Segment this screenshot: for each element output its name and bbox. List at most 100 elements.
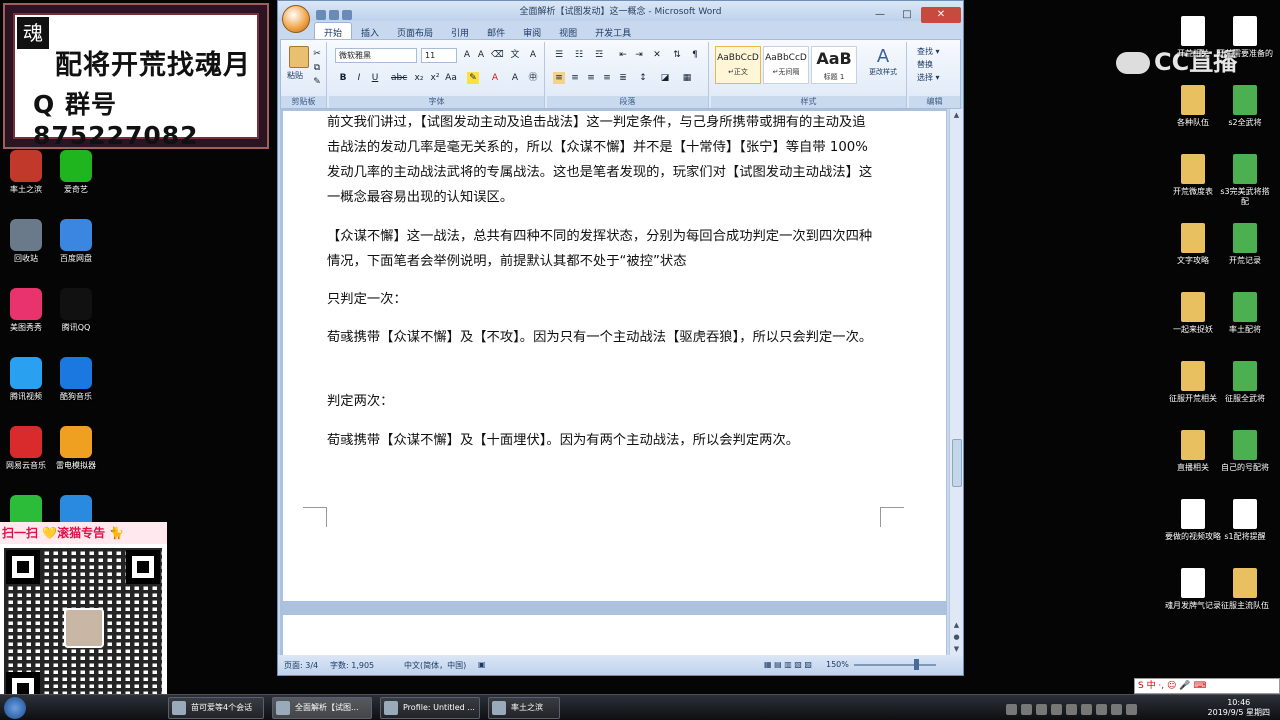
chinese-layout-icon[interactable]: ✕ <box>651 49 663 61</box>
vertical-scrollbar[interactable]: ▲ ▲ ● ▼ <box>949 109 963 655</box>
grow-font-icon[interactable]: A <box>461 49 473 61</box>
desktop-icon[interactable]: 文字攻略 <box>1165 223 1221 266</box>
redo-icon[interactable] <box>342 10 352 20</box>
desktop-icon[interactable]: 征服全武将 <box>1217 361 1273 404</box>
zoom-knob[interactable] <box>914 659 919 670</box>
desktop-icon[interactable]: 自己的号配将 <box>1217 430 1273 473</box>
desktop-icon[interactable]: 开荒记录 <box>1217 223 1273 266</box>
phonetic-icon[interactable]: 文 <box>509 49 521 61</box>
desktop-icon[interactable]: 开荒需要准备的 <box>1217 16 1273 59</box>
taskbar-item-game[interactable]: 率土之滨 <box>488 697 560 719</box>
tray-icon[interactable] <box>1096 704 1107 715</box>
increase-indent-icon[interactable]: ⇥ <box>633 49 645 61</box>
font-size-select[interactable]: 11 <box>421 48 457 63</box>
desktop-icon[interactable]: 征服开荒相关 <box>1165 361 1221 404</box>
desktop-icon[interactable]: 魂月发牌气记录 <box>1165 568 1221 611</box>
taskbar-item-word[interactable]: 全面解析【试图... <box>272 697 372 719</box>
desktop-icon[interactable]: 开荒微度表 <box>1165 154 1221 197</box>
desktop-icon[interactable]: s1配将提醒 <box>1217 499 1273 542</box>
tray-icon[interactable] <box>1066 704 1077 715</box>
italic-button[interactable]: I <box>353 72 365 84</box>
highlight-icon[interactable]: ✎ <box>467 72 479 84</box>
distributed-icon[interactable]: ≣ <box>617 72 629 84</box>
desktop-icon[interactable]: 网易云音乐 <box>0 426 54 471</box>
change-styles-button[interactable]: A 更改样式 <box>861 46 905 77</box>
subscript-button[interactable]: x₂ <box>413 72 425 84</box>
justify-icon[interactable]: ≡ <box>601 72 613 84</box>
close-button[interactable]: ✕ <box>921 7 961 23</box>
tab-home[interactable]: 开始 <box>314 22 353 40</box>
shrink-font-icon[interactable]: A <box>475 49 487 61</box>
prev-page-icon[interactable]: ▲ <box>950 619 963 631</box>
office-button[interactable] <box>282 5 310 33</box>
change-case-button[interactable]: Aa <box>445 72 457 84</box>
desktop-icon[interactable]: 酷狗音乐 <box>48 357 104 402</box>
desktop-icon[interactable]: 一起来捉妖 <box>1165 292 1221 335</box>
next-page[interactable] <box>283 615 946 655</box>
desktop-icon[interactable]: 要做的视频攻略 <box>1165 499 1221 542</box>
align-center-icon[interactable]: ≡ <box>569 72 581 84</box>
desktop-icon[interactable]: 征服主流队伍 <box>1217 568 1273 611</box>
style-normal[interactable]: AaBbCcD ↵正文 <box>715 46 761 84</box>
tray-icon[interactable] <box>1081 704 1092 715</box>
replace-button[interactable]: 替换 <box>917 59 933 70</box>
desktop-icon[interactable]: 爱奇艺 <box>48 150 104 195</box>
desktop-icon[interactable]: s3完美武将搭配 <box>1217 154 1273 207</box>
desktop-icon[interactable]: 直播相关 <box>1165 430 1221 473</box>
borders-icon[interactable]: ▦ <box>681 72 693 84</box>
page-count[interactable]: 页面: 3/4 <box>284 660 318 671</box>
desktop-icon[interactable]: 美图秀秀 <box>0 288 54 333</box>
word-count[interactable]: 字数: 1,905 <box>330 660 374 671</box>
next-page-icon[interactable]: ▼ <box>950 643 963 655</box>
desktop-icon[interactable]: 开荒相关 <box>1165 16 1221 59</box>
language-indicator[interactable]: 中文(简体，中国) <box>404 660 466 671</box>
taskbar-item-profile[interactable]: Profile: Untitled ... <box>380 697 480 719</box>
clock[interactable]: 10:46 2019/9/5 星期四 <box>1208 698 1270 718</box>
char-border-icon[interactable]: A <box>527 49 539 61</box>
decrease-indent-icon[interactable]: ⇤ <box>617 49 629 61</box>
paste-icon[interactable] <box>289 46 309 68</box>
superscript-button[interactable]: x² <box>429 72 441 84</box>
desktop-icon[interactable]: s2全武将 <box>1217 85 1273 128</box>
network-icon[interactable] <box>1111 704 1122 715</box>
tray-icon[interactable] <box>1036 704 1047 715</box>
scroll-thumb[interactable] <box>952 439 962 487</box>
char-shading-icon[interactable]: A <box>509 72 521 84</box>
browse-object-icon[interactable]: ● <box>950 631 963 643</box>
desktop-icon[interactable]: 雷电模拟器 <box>48 426 104 471</box>
bullets-icon[interactable]: ☰ <box>553 49 565 61</box>
desktop-icon[interactable]: 各种队伍 <box>1165 85 1221 128</box>
line-spacing-icon[interactable]: ↕ <box>637 72 649 84</box>
tray-icon[interactable] <box>1051 704 1062 715</box>
start-button[interactable] <box>4 697 26 719</box>
font-color-icon[interactable]: A <box>489 72 501 84</box>
tray-icon[interactable] <box>1021 704 1032 715</box>
desktop-icon[interactable]: 腾讯QQ <box>48 288 104 333</box>
strikethrough-button[interactable]: abc <box>391 72 407 84</box>
cut-icon[interactable]: ✂ <box>311 48 323 60</box>
taskbar-item-chat[interactable]: 苗可爱等4个会话 <box>168 697 264 719</box>
minimize-button[interactable]: — <box>867 7 893 23</box>
shading-icon[interactable]: ◪ <box>659 72 671 84</box>
save-icon[interactable] <box>316 10 326 20</box>
format-painter-icon[interactable]: ✎ <box>311 76 323 88</box>
enclose-char-icon[interactable]: ㊥ <box>527 72 539 84</box>
desktop-icon[interactable]: 百度网盘 <box>48 219 104 264</box>
view-buttons[interactable]: ▦ ▤ ▥ ▧ ▨ <box>764 660 812 669</box>
select-button[interactable]: 选择 ▾ <box>917 72 940 83</box>
tray-icon[interactable] <box>1006 704 1017 715</box>
align-left-icon[interactable]: ≡ <box>553 72 565 84</box>
document-page[interactable]: 前文我们讲过，【试图发动主动及追击战法】这一判定条件，与己身所携带或拥有的主动及… <box>283 111 946 601</box>
zoom-level[interactable]: 150% <box>826 660 849 669</box>
copy-icon[interactable]: ⧉ <box>311 62 323 74</box>
align-right-icon[interactable]: ≡ <box>585 72 597 84</box>
maximize-button[interactable]: □ <box>894 7 920 23</box>
style-heading-1[interactable]: AaB 标题 1 <box>811 46 857 84</box>
find-button[interactable]: 查找 ▾ <box>917 46 940 57</box>
sort-icon[interactable]: ⇅ <box>671 49 683 61</box>
style-no-spacing[interactable]: AaBbCcD ↵无间隔 <box>763 46 809 84</box>
desktop-icon[interactable]: 率土配将 <box>1217 292 1273 335</box>
clear-format-icon[interactable]: ⌫ <box>491 49 504 61</box>
zoom-slider[interactable] <box>854 664 936 666</box>
bold-button[interactable]: B <box>337 72 349 84</box>
